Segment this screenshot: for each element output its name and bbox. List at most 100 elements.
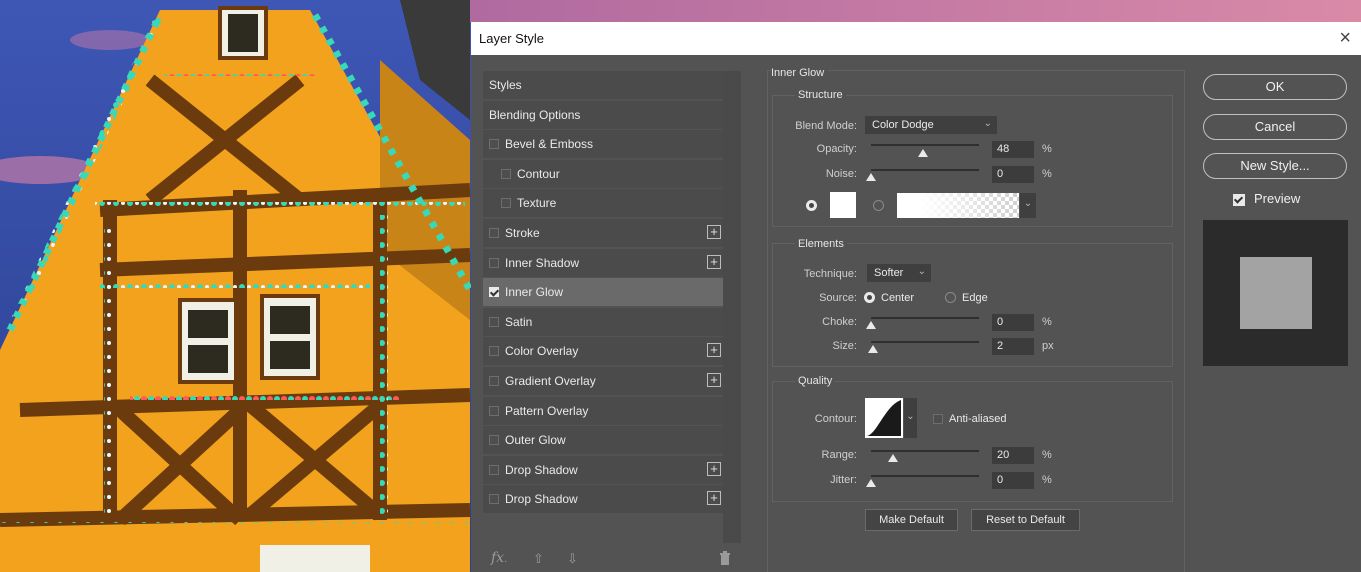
size-unit: px (1042, 340, 1054, 352)
jitter-slider-track[interactable] (871, 475, 979, 477)
preview-checkbox[interactable] (1233, 194, 1245, 206)
layer-style-dialog: Layer Style × Styles Blending Options Beve… (471, 22, 1361, 572)
blend-mode-dropdown[interactable]: Color Dodge ⌄ (865, 116, 997, 134)
jitter-slider-thumb[interactable] (866, 479, 876, 487)
elements-title: Elements (795, 238, 847, 250)
style-item[interactable]: Styles (483, 71, 723, 99)
gradient-radio[interactable] (873, 200, 884, 211)
style-item-label: Bevel & Emboss (505, 137, 594, 152)
opacity-slider-track[interactable] (871, 144, 979, 146)
noise-input[interactable]: 0 (992, 166, 1034, 183)
style-item-checkbox[interactable] (489, 228, 499, 238)
dialog-titlebar[interactable]: Layer Style × (471, 22, 1361, 55)
contour-curve-icon (867, 400, 901, 436)
plus-icon[interactable]: + (707, 373, 721, 387)
plus-icon[interactable]: + (707, 491, 721, 506)
source-center-radio[interactable] (864, 292, 875, 303)
style-item[interactable]: Blending Options (483, 100, 723, 129)
plus-icon[interactable]: + (707, 461, 721, 476)
opacity-unit: % (1042, 143, 1052, 155)
glow-gradient-picker[interactable] (897, 193, 1019, 218)
opacity-input[interactable]: 48 (992, 141, 1034, 158)
size-label: Size: (832, 340, 857, 352)
noise-slider-track[interactable] (871, 169, 979, 171)
style-item[interactable]: Gradient Overlay + (483, 367, 723, 395)
style-item[interactable]: Color Overlay + (483, 337, 723, 366)
style-item-label: Satin (505, 314, 533, 329)
style-item-checkbox[interactable] (489, 464, 499, 475)
style-item[interactable]: Contour (483, 159, 723, 188)
new-style-button[interactable]: New Style... (1203, 153, 1347, 179)
jitter-input[interactable]: 0 (992, 472, 1034, 489)
style-item[interactable]: Bevel & Emboss (483, 130, 723, 159)
preview-thumbnail (1203, 220, 1348, 366)
noise-slider-thumb[interactable] (866, 173, 876, 181)
style-item-checkbox[interactable] (489, 257, 499, 268)
style-item-checkbox[interactable] (501, 198, 511, 209)
plus-icon[interactable]: + (707, 343, 721, 358)
style-item[interactable]: Outer Glow (483, 426, 723, 455)
cancel-button[interactable]: Cancel (1203, 114, 1347, 140)
style-item[interactable]: Stroke + (483, 219, 723, 247)
range-input[interactable]: 20 (992, 447, 1034, 464)
fx-icon[interactable]: fx. (491, 550, 507, 566)
style-item-checkbox[interactable] (501, 168, 511, 179)
opacity-label: Opacity: (816, 143, 857, 155)
style-item-label: Texture (517, 196, 557, 211)
gradient-chevron-icon[interactable]: ⌄ (1020, 193, 1036, 218)
plus-icon[interactable]: + (707, 225, 721, 239)
opacity-slider-thumb[interactable] (917, 149, 928, 157)
size-slider-thumb[interactable] (868, 345, 879, 353)
plus-icon[interactable]: + (707, 254, 721, 269)
anti-aliased-checkbox[interactable] (933, 414, 943, 424)
range-slider-track[interactable] (871, 450, 979, 452)
style-item-checkbox[interactable] (489, 139, 499, 150)
style-item-label: Styles (489, 78, 522, 92)
solid-color-radio[interactable] (806, 200, 817, 211)
technique-label: Technique: (803, 268, 857, 280)
style-item[interactable]: Texture (483, 189, 723, 218)
contour-chevron-icon[interactable]: ⌄ (904, 398, 917, 438)
trash-icon[interactable] (719, 551, 731, 568)
style-item-label: Drop Shadow (505, 462, 578, 477)
dialog-title: Layer Style (479, 31, 545, 46)
style-item[interactable]: Drop Shadow + (483, 485, 723, 514)
arrow-down-icon[interactable]: ⇩ (567, 551, 578, 567)
style-item-checkbox[interactable] (489, 405, 499, 416)
style-item-checkbox[interactable] (489, 287, 499, 298)
range-unit: % (1042, 449, 1052, 461)
style-item-checkbox[interactable] (489, 346, 499, 357)
style-item[interactable]: Drop Shadow + (483, 455, 723, 484)
glow-color-swatch[interactable] (830, 192, 856, 218)
reset-to-default-button[interactable]: Reset to Default (971, 509, 1080, 531)
close-icon[interactable]: × (1339, 25, 1351, 51)
source-label: Source: (819, 292, 857, 304)
styles-list-scrollbar[interactable] (723, 71, 741, 543)
preview-label: Preview (1254, 191, 1301, 206)
technique-dropdown[interactable]: Softer ⌄ (867, 264, 931, 282)
size-slider-track[interactable] (871, 341, 979, 343)
source-edge-radio[interactable] (945, 292, 956, 303)
choke-slider-track[interactable] (871, 317, 979, 319)
make-default-button[interactable]: Make Default (865, 509, 958, 531)
style-item[interactable]: Pattern Overlay (483, 396, 723, 425)
preview-swatch (1240, 257, 1312, 329)
style-item-label: Outer Glow (505, 433, 566, 448)
style-item-checkbox[interactable] (489, 376, 499, 386)
choke-slider-thumb[interactable] (866, 321, 876, 329)
contour-picker[interactable] (865, 398, 903, 438)
arrow-up-icon[interactable]: ⇧ (533, 551, 544, 567)
choke-input[interactable]: 0 (992, 314, 1034, 331)
style-item-checkbox[interactable] (489, 435, 499, 446)
range-slider-thumb[interactable] (887, 454, 898, 462)
style-item[interactable]: Inner Shadow + (483, 248, 723, 277)
style-item-checkbox[interactable] (489, 316, 499, 327)
style-item[interactable]: Satin (483, 307, 723, 336)
style-item[interactable]: Inner Glow (483, 278, 723, 307)
style-item-checkbox[interactable] (489, 494, 499, 505)
ok-button[interactable]: OK (1203, 74, 1347, 100)
styles-list-toolbar: fx. ⇧ ⇩ (483, 547, 743, 572)
structure-title: Structure (795, 89, 846, 101)
anti-aliased-label: Anti-aliased (949, 413, 1007, 425)
size-input[interactable]: 2 (992, 338, 1034, 355)
